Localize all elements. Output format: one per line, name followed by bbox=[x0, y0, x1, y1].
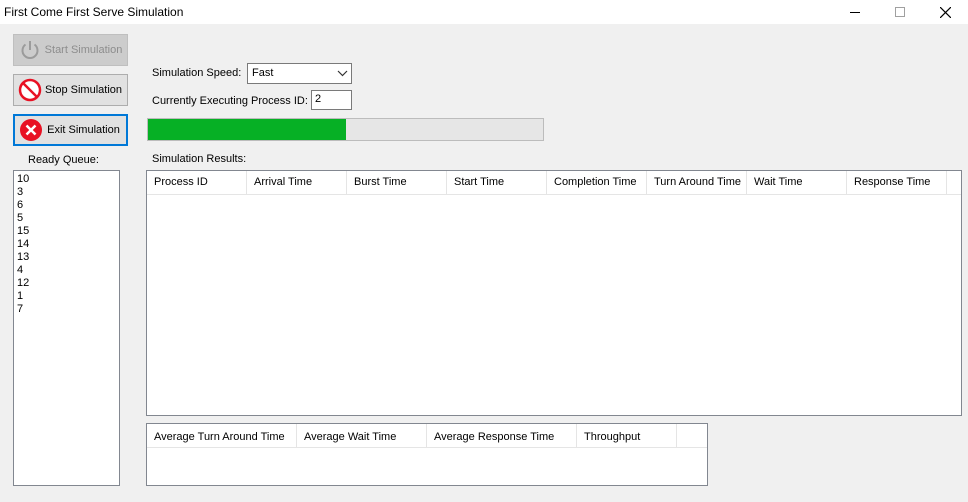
close-icon bbox=[939, 6, 951, 18]
results-column-header[interactable]: Start Time bbox=[447, 171, 547, 194]
progress-fill bbox=[148, 119, 346, 140]
simulation-speed-label: Simulation Speed: bbox=[152, 67, 242, 79]
ready-queue-item[interactable]: 10 bbox=[17, 173, 119, 186]
close-circle-icon bbox=[19, 118, 43, 142]
ready-queue-item[interactable]: 14 bbox=[17, 238, 119, 251]
current-process-label: Currently Executing Process ID: bbox=[152, 95, 308, 107]
stop-simulation-label: Stop Simulation bbox=[44, 84, 123, 96]
maximize-icon bbox=[895, 7, 905, 17]
ready-queue-item[interactable]: 6 bbox=[17, 199, 119, 212]
ready-queue-item[interactable]: 15 bbox=[17, 225, 119, 238]
current-process-id-value: 2 bbox=[315, 93, 322, 105]
results-column-header[interactable]: Completion Time bbox=[547, 171, 647, 194]
ready-queue-item[interactable]: 13 bbox=[17, 251, 119, 264]
maximize-button[interactable] bbox=[877, 0, 923, 24]
minimize-button[interactable] bbox=[832, 0, 878, 24]
averages-column-header[interactable]: Average Response Time bbox=[427, 424, 577, 447]
simulation-speed-value: Fast bbox=[252, 67, 274, 79]
simulation-progress-bar bbox=[147, 118, 544, 141]
results-column-header[interactable]: Arrival Time bbox=[247, 171, 347, 194]
ready-queue-item[interactable]: 7 bbox=[17, 303, 119, 316]
results-column-header[interactable]: Response Time bbox=[847, 171, 947, 194]
averages-header-row: Average Turn Around Time Average Wait Tim… bbox=[147, 424, 707, 448]
start-simulation-button[interactable]: Start Simulation bbox=[13, 34, 128, 66]
simulation-speed-dropdown[interactable]: Fast bbox=[247, 63, 352, 84]
ready-queue-item[interactable]: 12 bbox=[17, 277, 119, 290]
ready-queue-item[interactable]: 5 bbox=[17, 212, 119, 225]
averages-column-header[interactable]: Average Turn Around Time bbox=[147, 424, 297, 447]
start-simulation-label: Start Simulation bbox=[44, 44, 123, 56]
exit-simulation-label: Exit Simulation bbox=[47, 124, 120, 136]
minimize-icon bbox=[850, 12, 860, 13]
power-icon bbox=[18, 38, 42, 62]
ready-queue-item[interactable]: 1 bbox=[17, 290, 119, 303]
stop-simulation-button[interactable]: Stop Simulation bbox=[13, 74, 128, 106]
window-title: First Come First Serve Simulation bbox=[4, 5, 184, 19]
averages-column-header[interactable]: Average Wait Time bbox=[297, 424, 427, 447]
ready-queue-label: Ready Queue: bbox=[28, 154, 99, 166]
current-process-id-field[interactable]: 2 bbox=[311, 90, 352, 110]
ready-queue-item[interactable]: 4 bbox=[17, 264, 119, 277]
main-window: Start Simulation Stop Simulation Exit Si… bbox=[0, 24, 968, 502]
averages-column-header[interactable]: Throughput bbox=[577, 424, 677, 447]
title-bar: First Come First Serve Simulation bbox=[0, 0, 968, 24]
results-column-header[interactable]: Turn Around Time bbox=[647, 171, 747, 194]
simulation-results-table[interactable]: Process ID Arrival Time Burst Time Start Ti… bbox=[146, 170, 962, 416]
results-column-header[interactable]: Burst Time bbox=[347, 171, 447, 194]
prohibited-icon bbox=[18, 78, 42, 102]
ready-queue-list[interactable]: 10 3 6 5 15 14 13 4 12 1 7 bbox=[13, 170, 120, 486]
results-column-header[interactable]: Wait Time bbox=[747, 171, 847, 194]
averages-table[interactable]: Average Turn Around Time Average Wait Tim… bbox=[146, 423, 708, 486]
results-column-header[interactable]: Process ID bbox=[147, 171, 247, 194]
close-button[interactable] bbox=[922, 0, 968, 24]
ready-queue-item[interactable]: 3 bbox=[17, 186, 119, 199]
chevron-down-icon bbox=[337, 70, 348, 77]
exit-simulation-button[interactable]: Exit Simulation bbox=[13, 114, 128, 146]
results-header-row: Process ID Arrival Time Burst Time Start Ti… bbox=[147, 171, 961, 195]
simulation-results-label: Simulation Results: bbox=[152, 153, 247, 165]
